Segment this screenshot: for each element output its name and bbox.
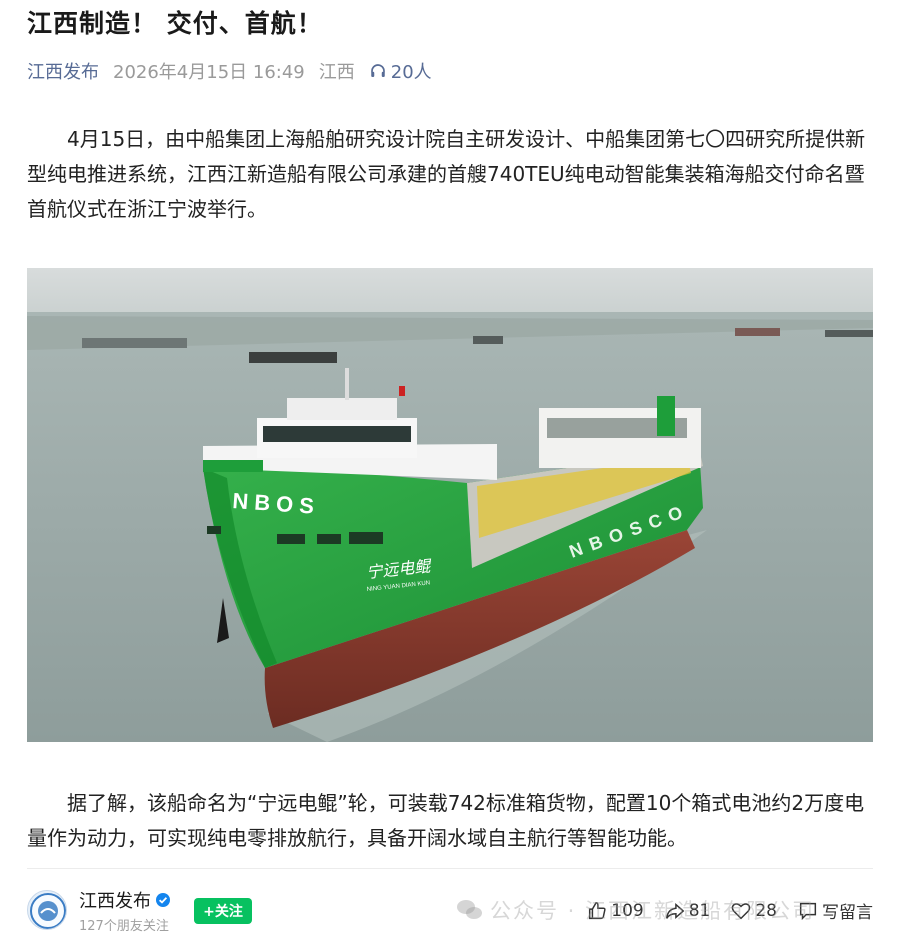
porthole [277,534,305,544]
thumbs-up-icon [589,901,606,919]
porthole [317,534,341,544]
porthole [349,532,383,544]
like-button[interactable]: 28 [730,900,777,922]
comment-icon [799,902,817,920]
share-count: 109 [611,900,644,921]
forward-count: 81 [688,900,711,921]
porthole [207,526,221,534]
follow-button[interactable]: +关注 [194,898,252,924]
bridge-windows [263,426,411,442]
forward-button[interactable]: 81 [664,900,711,922]
sky [27,268,873,318]
article-paragraph-1: 4月15日，由中船集团上海船舶研究设计院自主研发设计、中船集团第七〇四研究所提供… [27,127,866,221]
distant-boat [473,336,503,344]
heart-icon [732,902,751,919]
comment-label: 写留言 [822,903,873,923]
distant-boat [825,330,873,337]
friends-following: 127个朋友关注 [79,919,169,934]
forward-icon [665,902,685,919]
share-button[interactable]: 109 [586,900,644,922]
distant-boat [82,338,187,348]
publish-date: 2026年4月15日 16:49 [113,62,305,83]
region-tag: 江西 [318,62,355,83]
green-funnel [657,396,675,436]
listener-count: 20人 [390,62,432,83]
footer-account-name[interactable]: 江西发布 [79,887,151,913]
meta-account-link[interactable]: 江西发布 [27,58,99,84]
ship-photo[interactable]: NBOS NBOSCO 宁远电鲲 NING YUAN DIAN KUN [27,268,873,742]
mast [345,368,349,400]
article-title: 江西制造！ 交付、首航！ [27,9,323,38]
verified-badge-icon [156,893,170,907]
article-footer: 江西发布 127个朋友关注 +关注 109 81 28 写留言 [27,884,873,940]
footer-account[interactable]: 江西发布 [79,887,171,913]
distant-boat [735,328,780,336]
bridge-green-band [203,460,263,472]
comment-button[interactable]: 写留言 [797,898,873,923]
footer-divider [27,868,873,869]
distant-boat [249,352,337,363]
mast-flag [399,386,405,396]
account-avatar[interactable] [27,890,67,930]
article-paragraph-2: 据了解，该船命名为“宁远电鲲”轮，可装载742标准箱货物，配置10个箱式电池约2… [27,791,865,850]
bridge-top [287,398,397,420]
article-meta: 江西发布 2026年4月15日 16:49 江西 20人 [27,58,432,84]
like-count: 28 [755,900,777,921]
engagement-actions: 109 81 28 写留言 [566,898,873,923]
listen-button[interactable]: 20人 [369,58,432,84]
headphones-icon [370,64,385,77]
